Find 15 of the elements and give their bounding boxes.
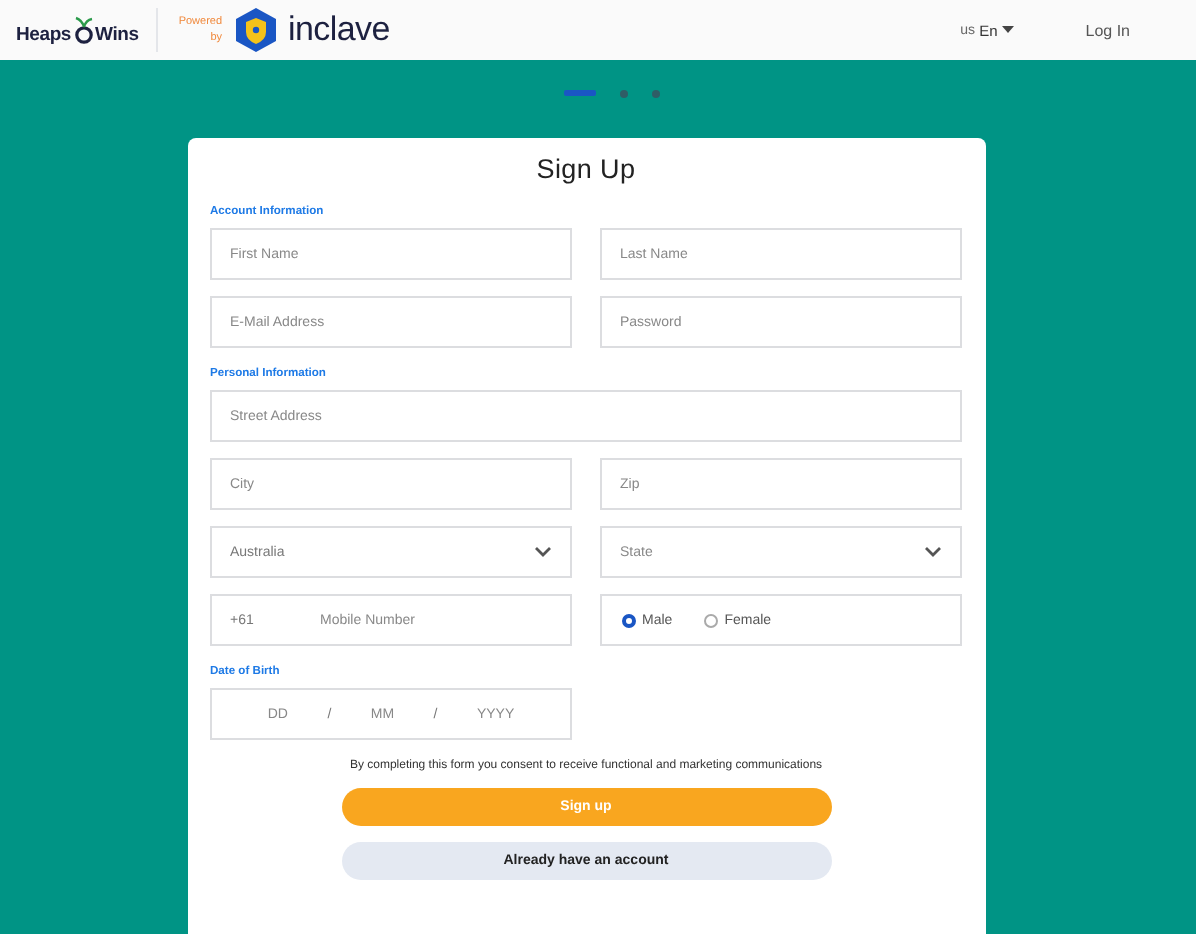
chevron-down-icon xyxy=(534,546,552,558)
step-indicator[interactable] xyxy=(620,89,628,97)
radio-button[interactable] xyxy=(704,613,719,627)
chevron-down-icon xyxy=(924,546,942,558)
radio-button[interactable] xyxy=(622,613,636,627)
logo-text: Wins xyxy=(95,24,139,46)
step-indicator[interactable] xyxy=(652,89,660,97)
step-indicator[interactable] xyxy=(564,90,596,96)
brand-name: inclave xyxy=(288,10,390,50)
caret-icon xyxy=(1001,26,1014,34)
shield-icon xyxy=(234,6,279,54)
sprout-icon xyxy=(71,14,96,46)
form-title: Sign Up xyxy=(534,154,638,184)
logo-text: Heaps xyxy=(16,24,72,46)
login-link[interactable]: Log In xyxy=(1085,21,1130,39)
